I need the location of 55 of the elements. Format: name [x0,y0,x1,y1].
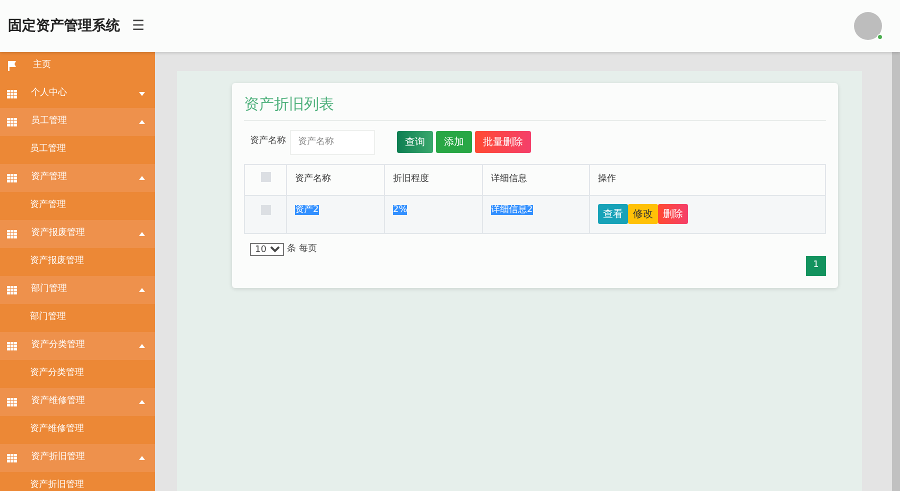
sidebar-item[interactable]: 部门管理 [0,276,155,304]
sidebar-subitem[interactable]: 部门管理 [0,304,155,332]
sidebar-item[interactable]: 资产分类管理 [0,332,155,360]
grid-icon [7,342,17,350]
grid-icon [7,90,17,98]
caret-icon [139,400,145,404]
sidebar-subitem[interactable]: 资产报废管理 [0,248,155,276]
grid-icon [7,118,17,126]
caret-icon [139,288,145,292]
sidebar-subitem[interactable]: 资产折旧管理 [0,472,155,491]
row-action-button[interactable]: 查看 [598,204,628,224]
row-action-button[interactable]: 删除 [658,204,688,224]
sidebar-item[interactable]: 资产报废管理 [0,220,155,248]
row-checkbox[interactable] [260,204,270,214]
sidebar-item[interactable]: 资产管理 [0,164,155,192]
sidebar-item[interactable]: 资产维修管理 [0,388,155,416]
table-cell: 2% [393,204,408,214]
caret-icon [139,232,145,236]
caret-icon [139,456,145,460]
table-cell: 资产2 [295,204,319,214]
search-field[interactable]: 资产名称 [290,130,375,154]
page-size-select[interactable]: 10 [250,242,284,256]
toolbar-button[interactable]: 批量删除 [475,131,531,153]
flag-icon [7,61,17,71]
select-all-checkbox[interactable] [260,172,270,182]
toolbar-button[interactable]: 查询 [397,131,433,153]
column-header: 操作 [590,164,826,195]
page-button[interactable]: 1 [806,256,826,276]
grid-icon [7,286,17,294]
grid-icon [7,398,17,406]
sidebar-item[interactable]: 员工管理 [0,108,155,136]
toolbar-button[interactable]: 添加 [436,131,472,153]
sidebar-subitem[interactable]: 员工管理 [0,136,155,164]
search-label: 资产名称 [250,135,286,148]
column-header: 资产名称 [286,164,384,195]
caret-icon [139,176,145,180]
column-header: 详细信息 [482,164,590,195]
page-size-label: 条 每页 [287,242,317,256]
menu-button[interactable]: ☰ [132,16,145,36]
card-title: 资产折旧列表 [244,93,826,120]
caret-icon [139,92,145,96]
sidebar-subitem[interactable]: 资产管理 [0,192,155,220]
column-header: 折旧程度 [384,164,482,195]
table-cell: 详细信息2 [491,204,533,214]
grid-icon [7,454,17,462]
caret-icon [139,120,145,124]
caret-icon [139,344,145,348]
grid-icon [7,174,17,182]
grid-icon [7,230,17,238]
avatar[interactable] [854,12,882,40]
sidebar-subitem[interactable]: 资产分类管理 [0,360,155,388]
sidebar-item[interactable]: 资产折旧管理 [0,444,155,472]
sidebar-subitem[interactable]: 资产维修管理 [0,416,155,444]
row-action-button[interactable]: 修改 [628,204,658,224]
app-title: 固定资产管理系统 [8,16,120,36]
